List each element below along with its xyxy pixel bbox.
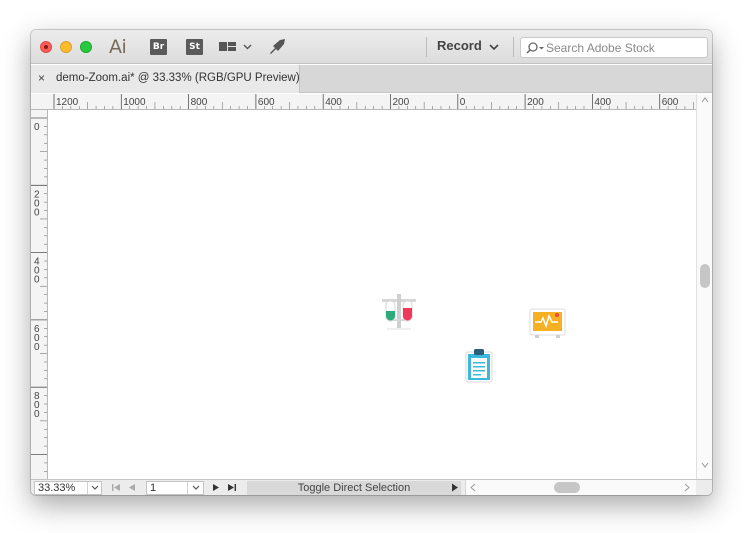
ruler-label: 0	[34, 122, 40, 133]
bridge-button[interactable]: Br	[150, 39, 167, 55]
tab-close-icon[interactable]: ×	[38, 71, 45, 85]
illustrator-window: Ai Br St Record Search Adobe Stock × dem…	[31, 30, 712, 495]
document-tab-strip: × demo-Zoom.ai* @ 33.33% (RGB/GPU Previe…	[31, 65, 712, 93]
ruler-label: 1200	[56, 97, 79, 108]
ruler-label: 200	[527, 97, 544, 108]
first-artboard-icon[interactable]	[110, 482, 122, 493]
app-bar: Ai Br St Record	[31, 30, 712, 64]
stock-button[interactable]: St	[186, 39, 203, 55]
app-logo: Ai	[109, 36, 127, 58]
stock-search-box[interactable]	[520, 37, 708, 58]
toolbar-separator	[426, 37, 427, 57]
artboard-number-field[interactable]: 1	[146, 481, 204, 495]
horizontal-scroll-thumb[interactable]	[554, 482, 580, 493]
ruler-label: 200	[393, 97, 410, 108]
ruler-label: 0	[34, 207, 40, 218]
zoom-level-field[interactable]: 33.33%	[34, 481, 102, 495]
tab-title: demo-Zoom.ai* @ 33.33% (RGB/GPU Preview)	[56, 72, 300, 84]
ruler-label: 800	[191, 97, 208, 108]
monitor-icon[interactable]	[529, 307, 567, 341]
status-text: Toggle Direct Selection	[297, 482, 411, 494]
vertical-scrollbar[interactable]	[696, 94, 712, 479]
test-tubes-icon[interactable]	[380, 293, 420, 331]
vertical-ruler[interactable]: 0200400600800	[31, 110, 48, 479]
scroll-down-icon[interactable]	[701, 462, 709, 468]
record-label: Record	[437, 38, 482, 53]
horizontal-scrollbar[interactable]	[465, 480, 696, 495]
status-indicator[interactable]: Toggle Direct Selection	[247, 481, 461, 495]
toolbar-separator	[513, 37, 514, 57]
ruler-label: 600	[662, 97, 679, 108]
last-artboard-icon[interactable]	[226, 482, 238, 493]
next-artboard-icon[interactable]	[210, 482, 222, 493]
ruler-label: 0	[460, 97, 466, 108]
arrange-documents-icon	[219, 42, 252, 51]
horizontal-ruler-ticks: 1200 1000 800 600 400 200 0 200 400 600	[53, 94, 694, 109]
status-bar: 33.33% 1 Toggle Direct Selection	[31, 479, 712, 495]
artboard-canvas[interactable]	[49, 111, 696, 479]
vertical-scroll-thumb[interactable]	[700, 264, 710, 288]
record-button[interactable]: Record	[437, 38, 499, 56]
scroll-right-icon[interactable]	[684, 483, 690, 492]
window-minimize-button[interactable]	[60, 41, 72, 53]
ruler-label: 0	[34, 342, 40, 353]
ruler-label: 400	[594, 97, 611, 108]
search-icon	[526, 42, 544, 54]
ruler-label: 400	[325, 97, 342, 108]
ruler-label: 1000	[123, 97, 146, 108]
window-maximize-button[interactable]	[80, 41, 92, 53]
arrange-documents-button[interactable]	[218, 39, 254, 55]
chevron-down-icon[interactable]	[87, 482, 101, 494]
stock-search-input[interactable]	[546, 39, 704, 57]
window-close-button[interactable]	[40, 41, 52, 53]
scroll-up-icon[interactable]	[701, 97, 709, 103]
vertical-ruler-ticks: 0200400600800	[31, 117, 47, 472]
rocket-icon	[270, 39, 285, 54]
previous-artboard-icon[interactable]	[126, 482, 138, 493]
publish-button[interactable]	[267, 38, 287, 56]
artboard-number-value: 1	[150, 482, 157, 494]
zoom-level-value: 33.33%	[38, 482, 76, 494]
ruler-label: 600	[258, 97, 275, 108]
chevron-down-icon[interactable]	[187, 482, 203, 494]
ruler-label: 0	[34, 275, 40, 286]
chevron-down-icon	[489, 44, 499, 51]
clipboard-icon[interactable]	[464, 347, 494, 383]
horizontal-ruler[interactable]: 1200 1000 800 600 400 200 0 200 400 600	[31, 94, 696, 110]
scroll-left-icon[interactable]	[470, 483, 476, 492]
tab-demo-zoom[interactable]: × demo-Zoom.ai* @ 33.33% (RGB/GPU Previe…	[31, 65, 300, 93]
status-menu-icon[interactable]	[449, 482, 461, 493]
ruler-label: 0	[34, 409, 40, 420]
